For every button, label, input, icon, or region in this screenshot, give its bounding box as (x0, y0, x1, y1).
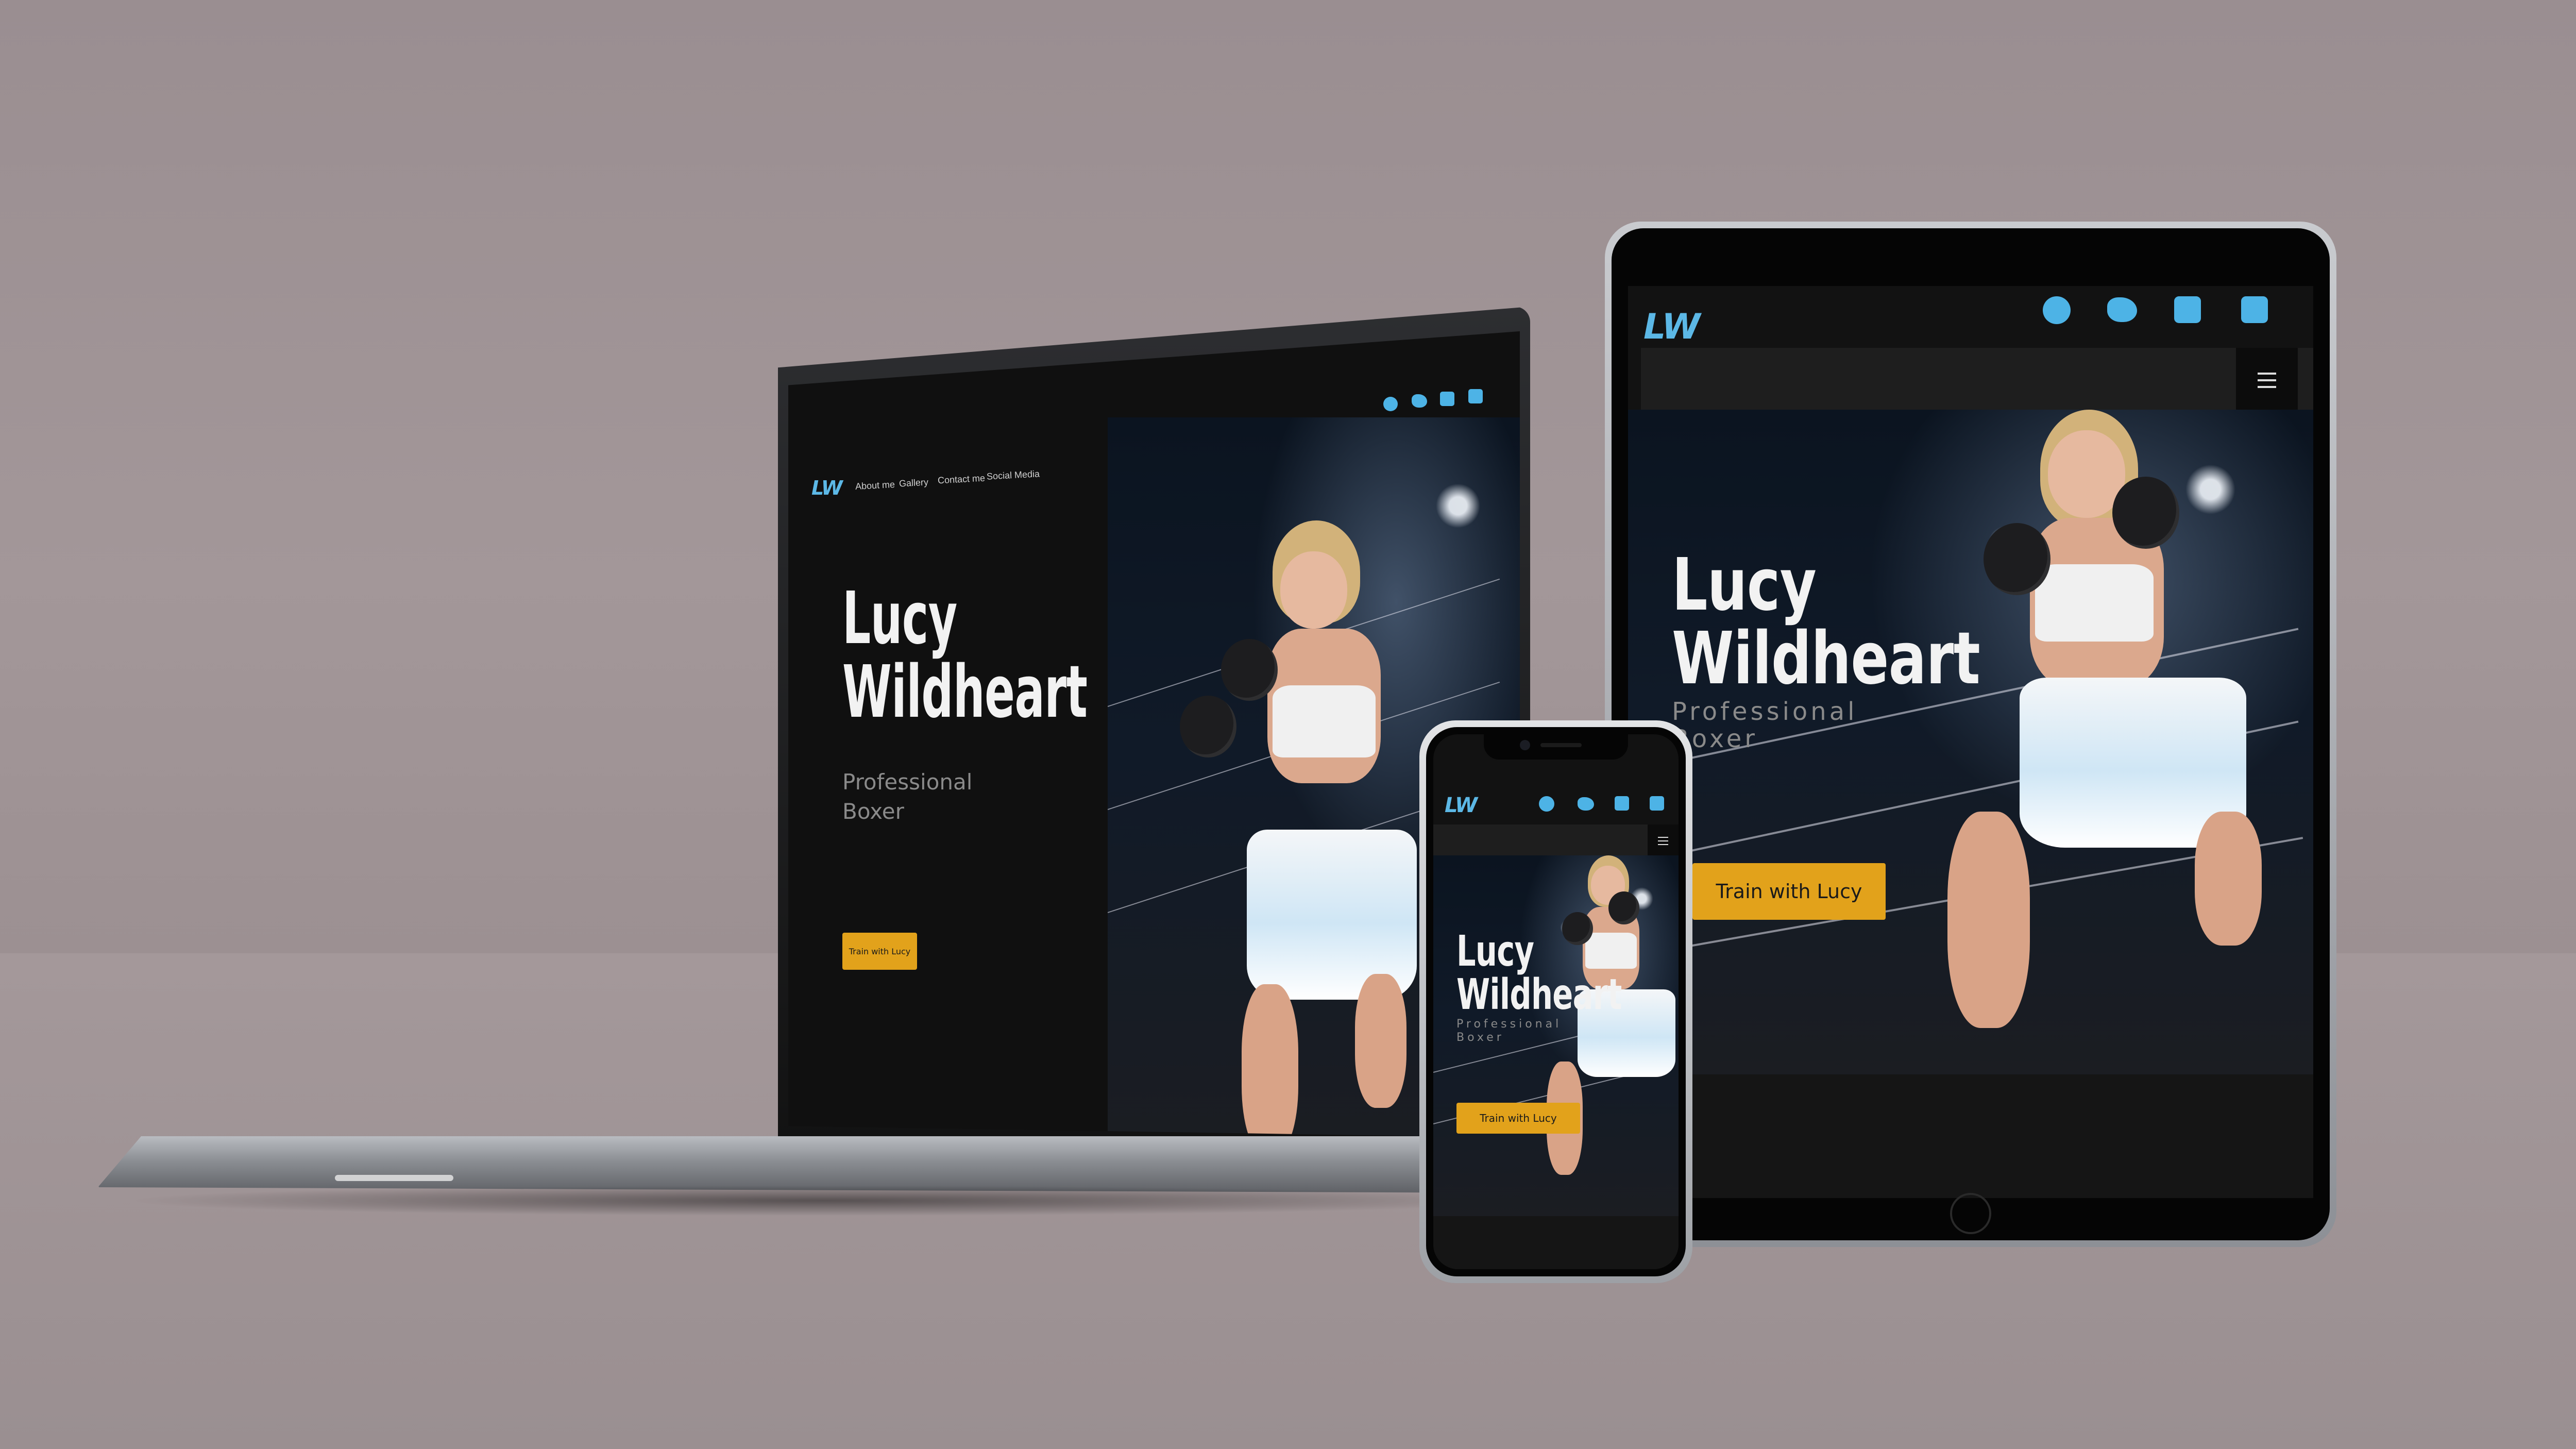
train-cta-button[interactable]: Train with Lucy (842, 933, 917, 970)
site-logo[interactable]: LW (1643, 307, 1700, 347)
twitter-icon[interactable] (1578, 797, 1594, 811)
tablet-home-button[interactable] (1950, 1193, 1991, 1234)
tablet-menu-bar (1641, 348, 2313, 410)
hero-subtitle: Professional Boxer (1456, 1018, 1562, 1045)
phone-menu-toggle[interactable] (1648, 824, 1679, 855)
hero-name-line2: Wildheart (842, 650, 1088, 734)
twitter-icon[interactable] (1412, 394, 1427, 408)
hero-subtitle: Professional Boxer (842, 768, 972, 826)
laptop-shadow (124, 1185, 1525, 1216)
hero-subtitle: Professional Boxer (1672, 698, 1857, 753)
hero-name-line2: Wildheart (1456, 970, 1622, 1019)
train-cta-button[interactable]: Train with Lucy (1456, 1103, 1580, 1134)
nav-about[interactable]: About me (855, 479, 895, 492)
instagram-icon[interactable] (1615, 796, 1629, 811)
boxer-figure (1896, 410, 2308, 1074)
instagram-icon[interactable] (1440, 392, 1454, 406)
hero-name: Lucy Wildheart (1456, 930, 1622, 1016)
phone-notch (1484, 733, 1628, 760)
laptop-base (98, 1136, 1540, 1193)
laptop-screen: LW About me Gallery Contact me Social Me… (788, 331, 1520, 1138)
twitter-icon[interactable] (2107, 297, 2137, 322)
hamburger-icon (1658, 837, 1668, 845)
hero-name: Lucy Wildheart (1672, 543, 1980, 701)
tablet-screen: LW Lucy Wildheart Professional Boxer Tra… (1628, 286, 2313, 1198)
nav-gallery[interactable]: Gallery (899, 477, 928, 490)
hero-name-line1: Lucy (1672, 543, 1817, 627)
site-logo[interactable]: LW (1445, 794, 1478, 817)
facebook-icon[interactable] (1383, 397, 1398, 411)
hero-subtitle-line1: Professional (842, 769, 973, 795)
site-logo[interactable]: LW (811, 477, 843, 499)
linkedin-icon[interactable] (1468, 389, 1483, 403)
facebook-icon[interactable] (1539, 796, 1554, 812)
phone-menu-bar (1433, 824, 1679, 855)
instagram-icon[interactable] (2174, 296, 2201, 323)
hero-subtitle-line1: Professional (1672, 697, 1858, 726)
laptop-trackpad-highlight (335, 1175, 453, 1181)
hero-name-line1: Lucy (842, 577, 957, 661)
phone-screen: LW Lucy Wildheart Professional Boxer Tra… (1433, 734, 1679, 1269)
linkedin-icon[interactable] (1650, 796, 1664, 811)
hero-name: Lucy Wildheart (842, 577, 1088, 734)
linkedin-icon[interactable] (2241, 296, 2268, 323)
nav-contact[interactable]: Contact me (938, 473, 986, 486)
tablet-menu-toggle[interactable] (2236, 348, 2298, 410)
speaker-icon (1540, 743, 1582, 747)
hero-subtitle-line2: Boxer (1672, 724, 1758, 753)
hamburger-icon (2258, 373, 2276, 388)
hero-name-line1: Lucy (1456, 927, 1534, 976)
hero-name-line2: Wildheart (1672, 616, 1980, 701)
nav-social[interactable]: Social Media (987, 468, 1040, 482)
tablet-content-bottom (1628, 1074, 2313, 1198)
hero-subtitle-line2: Boxer (1456, 1031, 1504, 1044)
facebook-icon[interactable] (2043, 296, 2071, 324)
phone-content-bottom (1433, 1216, 1679, 1269)
camera-icon (1520, 740, 1530, 750)
hero-subtitle-line2: Boxer (842, 798, 904, 824)
hero-subtitle-line1: Professional (1456, 1018, 1562, 1031)
train-cta-button[interactable]: Train with Lucy (1692, 863, 1886, 920)
